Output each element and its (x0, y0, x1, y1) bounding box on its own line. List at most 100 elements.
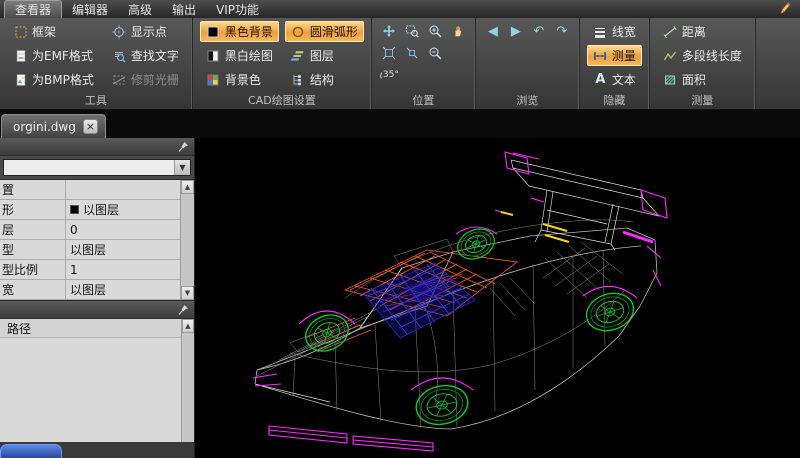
structure-icon (291, 72, 306, 87)
pan-view-icon[interactable] (379, 21, 399, 41)
ribbon-group-position: 35° 位置 (372, 18, 476, 109)
dropdown-value (4, 160, 174, 175)
ribbon-group-cad-settings: 黑色背景 黑白绘图 背景色 圆滑弧形 图层 结构 CAD绘图设置 (193, 18, 372, 109)
line-width-icon (593, 24, 608, 39)
pin-icon[interactable] (178, 304, 189, 319)
ribbon-group-measure: 距离 多段线长度 面积 测量 (650, 18, 756, 109)
pin-icon[interactable] (178, 141, 189, 156)
smooth-arc-icon (291, 24, 306, 39)
menu-editor[interactable]: 编辑器 (62, 0, 118, 18)
group-label-hide: 隐藏 (582, 92, 647, 108)
black-background-toggle[interactable]: 黑色背景 (200, 21, 279, 42)
layers-icon (291, 48, 306, 63)
forward-arrow-icon[interactable]: ▶ (506, 21, 526, 41)
property-row[interactable]: 层0 (0, 220, 180, 240)
tab-orgini-dwg[interactable]: orgini.dwg × (1, 114, 106, 138)
panel-footer (0, 442, 194, 458)
zoom-in-icon[interactable] (425, 21, 445, 41)
menu-bar: 查看器 编辑器 高级 输出 VIP功能 (0, 0, 800, 18)
area-icon (663, 72, 678, 87)
group-label-position: 位置 (374, 92, 473, 108)
rear-wing (255, 160, 659, 402)
wheel-front-near (413, 381, 472, 429)
zoom-window-icon[interactable] (402, 21, 422, 41)
ribbon-group-hide: 线宽 测量 A文本 隐藏 (580, 18, 650, 109)
property-row[interactable]: 型以图层 (0, 240, 180, 260)
ribbon-group-browse: ◀ ▶ ↶ ↷ 浏览 (476, 18, 580, 109)
tab-label: orgini.dwg (13, 120, 76, 134)
tab-strip: orgini.dwg × (0, 110, 800, 138)
menu-viewer[interactable]: 查看器 (4, 0, 62, 18)
drawing-canvas[interactable] (195, 138, 800, 458)
polyline-length-icon (663, 48, 678, 63)
polyline-length-button[interactable]: 多段线长度 (657, 45, 748, 66)
property-row[interactable]: 型比例1 (0, 260, 180, 280)
ribbon-group-tools: 框架 为EMF格式 为BMP格式 显示点 查找文字 修剪光栅 工具 (0, 18, 193, 109)
next-view-icon[interactable]: ↷ (552, 21, 572, 41)
distance-button[interactable]: 距离 (657, 21, 748, 42)
car-body-mesh (257, 220, 633, 427)
property-grid: 置 形以图层 层0 型以图层 型比例1 宽以图层 ▲ ▼ (0, 179, 194, 301)
black-background-icon (206, 24, 221, 39)
menu-advanced[interactable]: 高级 (118, 0, 162, 18)
to-bmp-button[interactable]: 为BMP格式 (7, 69, 100, 90)
distance-icon (663, 24, 678, 39)
group-label-cad-settings: CAD绘图设置 (195, 92, 369, 108)
property-row[interactable]: 宽以图层 (0, 280, 180, 300)
application-window: 查看器 编辑器 高级 输出 VIP功能 框架 为EMF格式 为BMP格式 显示点… (0, 0, 800, 458)
layers-button[interactable]: 图层 (285, 45, 364, 66)
zoom-selected-icon[interactable] (402, 43, 422, 63)
path-panel-header (0, 301, 194, 319)
smooth-arc-toggle[interactable]: 圆滑弧形 (285, 21, 364, 42)
hand-pan-icon[interactable] (448, 21, 468, 41)
measure-icon (593, 48, 608, 63)
measure-toggle[interactable]: 测量 (587, 45, 642, 66)
path-root-item[interactable]: 路径 (0, 319, 181, 338)
properties-sidebar: ▼ 置 形以图层 层0 型以图层 型比例1 宽以图层 ▲ ▼ (0, 138, 195, 458)
area-button[interactable]: 面积 (657, 69, 748, 90)
scroll-up-icon[interactable]: ▲ (182, 319, 194, 333)
dropdown-arrow-icon[interactable]: ▼ (174, 160, 190, 175)
property-row[interactable]: 形以图层 (0, 200, 180, 220)
rotate-35-icon[interactable]: 35° (379, 65, 399, 85)
menu-vip[interactable]: VIP功能 (206, 0, 269, 18)
frame-icon (13, 24, 28, 39)
bw-drawing-icon (206, 48, 221, 63)
property-grid-scrollbar[interactable]: ▲ ▼ (180, 180, 194, 300)
properties-panel-header (0, 138, 194, 156)
scroll-up-icon[interactable]: ▲ (181, 180, 194, 194)
back-arrow-icon[interactable]: ◀ (483, 21, 503, 41)
to-emf-button[interactable]: 为EMF格式 (7, 45, 100, 66)
trim-raster-button: 修剪光栅 (106, 69, 185, 90)
path-panel: 路径 ▲ (0, 319, 194, 442)
frame-button[interactable]: 框架 (7, 21, 100, 42)
menu-output[interactable]: 输出 (162, 0, 206, 18)
properties-selector-dropdown[interactable]: ▼ (3, 159, 191, 176)
emf-format-icon (13, 48, 28, 63)
find-text-button[interactable]: 查找文字 (106, 45, 185, 66)
property-row[interactable]: 置 (0, 180, 180, 200)
previous-view-icon[interactable]: ↶ (529, 21, 549, 41)
yellow-details (501, 212, 569, 242)
bw-drawing-button[interactable]: 黑白绘图 (200, 45, 279, 66)
group-label-tools: 工具 (2, 92, 190, 108)
text-button[interactable]: A文本 (587, 69, 642, 90)
wireframe-car-model (195, 138, 800, 458)
rotate-35-label: 35° (383, 70, 399, 80)
line-width-button[interactable]: 线宽 (587, 21, 642, 42)
trim-raster-icon (112, 72, 127, 87)
pencil-icon[interactable] (777, 1, 792, 19)
structure-button[interactable]: 结构 (285, 69, 364, 90)
background-color-button[interactable]: 背景色 (200, 69, 279, 90)
zoom-extents-icon[interactable] (379, 43, 399, 63)
bmp-format-icon (13, 72, 28, 87)
ribbon: 框架 为EMF格式 为BMP格式 显示点 查找文字 修剪光栅 工具 黑色背景 黑… (0, 18, 800, 110)
taskbar-fragment (0, 444, 62, 458)
color-swatch (70, 205, 79, 214)
group-label-browse: 浏览 (478, 92, 577, 108)
show-points-button[interactable]: 显示点 (106, 21, 185, 42)
scroll-down-icon[interactable]: ▼ (181, 286, 194, 300)
tab-close-icon[interactable]: × (83, 119, 98, 134)
zoom-out-icon[interactable] (425, 43, 445, 63)
path-panel-scrollbar[interactable]: ▲ (181, 319, 194, 442)
